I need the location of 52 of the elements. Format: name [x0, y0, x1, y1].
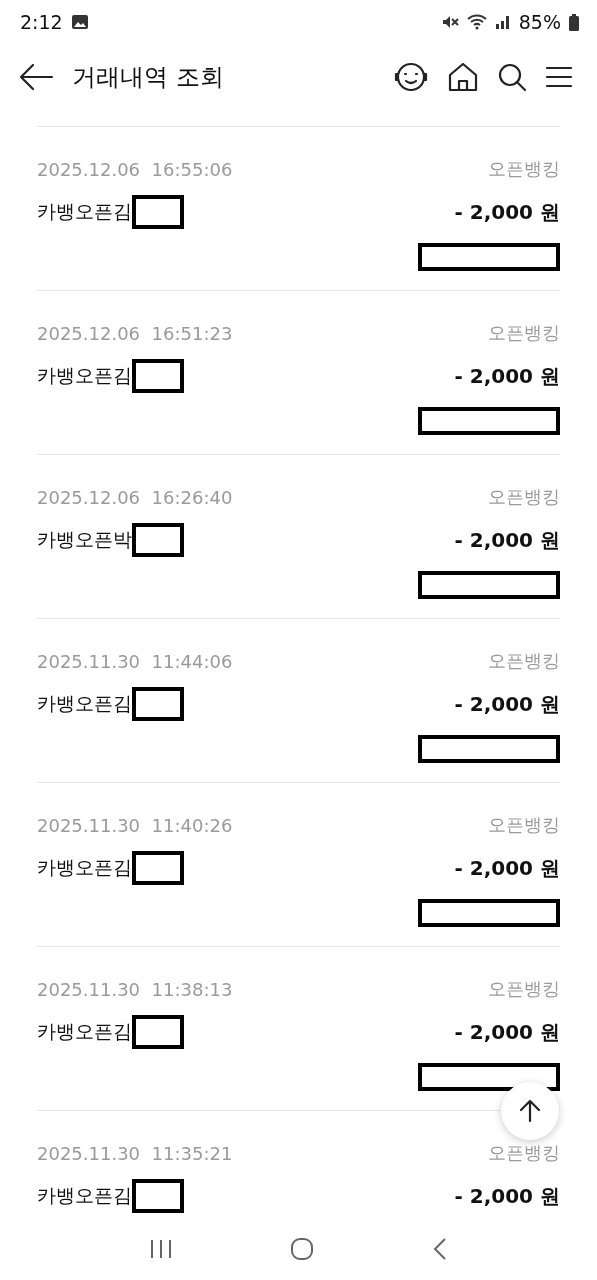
redaction-box	[132, 523, 184, 557]
transaction-datetime: 2025.12.06 16:55:06	[37, 158, 233, 180]
menu-icon[interactable]	[545, 65, 573, 89]
transaction-channel: 오픈뱅킹	[488, 321, 560, 345]
image-icon	[70, 14, 89, 30]
battery-level: 85%	[518, 11, 561, 33]
transaction-amount: - 2,000 원	[454, 198, 560, 226]
transaction-datetime: 2025.11.30 11:40:26	[37, 814, 233, 836]
redaction-box	[132, 1179, 184, 1213]
counterparty-name: 카뱅오픈김	[37, 1019, 132, 1044]
wifi-icon	[466, 14, 487, 30]
transaction-amount: - 2,000 원	[454, 526, 560, 554]
transaction-channel: 오픈뱅킹	[488, 813, 560, 837]
search-icon[interactable]	[497, 62, 527, 92]
transaction-amount: - 2,000 원	[454, 1018, 560, 1046]
counterparty-name: 카뱅오픈김	[37, 363, 132, 388]
battery-icon	[569, 13, 579, 31]
redaction-box	[132, 851, 184, 885]
transaction-amount: - 2,000 원	[454, 362, 560, 390]
transaction-amount: - 2,000 원	[454, 854, 560, 882]
transaction-channel: 오픈뱅킹	[488, 649, 560, 673]
transaction-datetime: 2025.12.06 16:26:40	[37, 486, 233, 508]
scroll-top-button[interactable]	[501, 1082, 559, 1140]
redaction-box	[132, 1015, 184, 1049]
smiley-face-icon[interactable]	[393, 60, 429, 94]
back-icon[interactable]	[432, 1237, 449, 1261]
transaction-channel: 오픈뱅킹	[488, 157, 560, 181]
page-title: 거래내역 조회	[72, 62, 225, 93]
counterparty-name: 카뱅오픈김	[37, 199, 132, 224]
status-time: 2:12	[20, 11, 63, 33]
transaction-amount: - 2,000 원	[454, 690, 560, 718]
counterparty-name: 카뱅오픈김	[37, 1183, 132, 1208]
counterparty-name: 카뱅오픈박	[37, 527, 132, 552]
recent-apps-icon[interactable]	[148, 1238, 173, 1260]
redaction-box	[132, 687, 184, 721]
signal-icon	[494, 14, 511, 30]
transaction-datetime: 2025.11.30 11:38:13	[37, 978, 233, 1000]
transaction-amount: - 2,000 원	[454, 1182, 560, 1210]
up-arrow-icon	[519, 1099, 541, 1123]
counterparty-name: 카뱅오픈김	[37, 691, 132, 716]
back-arrow-icon[interactable]	[18, 63, 54, 91]
home-button-icon[interactable]	[290, 1237, 315, 1261]
transaction-datetime: 2025.11.30 11:44:06	[37, 650, 233, 672]
transaction-datetime: 2025.12.06 16:51:23	[37, 322, 233, 344]
redaction-box	[132, 359, 184, 393]
redaction-box	[132, 195, 184, 229]
transaction-channel: 오픈뱅킹	[488, 977, 560, 1001]
transaction-datetime: 2025.11.30 11:35:21	[37, 1142, 233, 1164]
home-icon[interactable]	[447, 61, 479, 93]
counterparty-name: 카뱅오픈김	[37, 855, 132, 880]
transaction-channel: 오픈뱅킹	[488, 1141, 560, 1165]
transaction-channel: 오픈뱅킹	[488, 485, 560, 509]
